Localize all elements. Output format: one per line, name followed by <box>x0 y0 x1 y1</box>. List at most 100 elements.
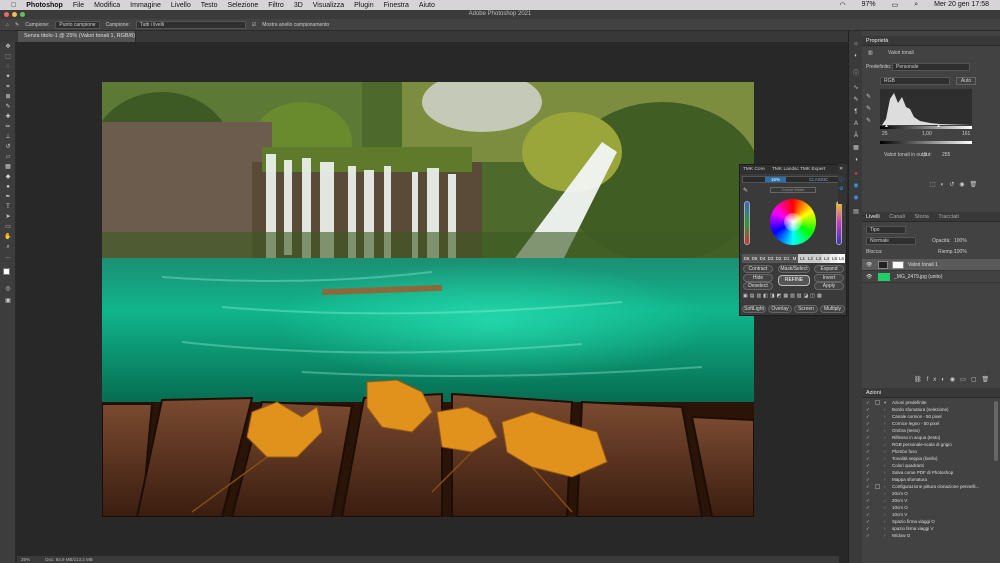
brush-settings-icon[interactable]: ✎ <box>852 97 860 103</box>
tab-history[interactable]: Storia <box>914 214 928 220</box>
tmk-multiply-button[interactable]: Multiply <box>820 305 845 313</box>
tmk-contract-button[interactable]: Contract <box>743 265 773 273</box>
blur-tool-icon[interactable]: ◆ <box>4 174 12 180</box>
visibility-eye-icon[interactable]: 👁 <box>866 259 872 271</box>
layer-kind-filter[interactable]: Tipo <box>866 226 906 234</box>
menu-help[interactable]: Aiuto <box>414 2 440 9</box>
action-row[interactable]: ✓ › 10cm O <box>862 504 980 511</box>
rectangle-tool-icon[interactable]: ▭ <box>4 224 12 230</box>
menu-file[interactable]: File <box>68 2 89 9</box>
healing-brush-icon[interactable]: ✚ <box>4 114 12 120</box>
tmk-zone-l6[interactable]: L6 <box>838 254 845 263</box>
tmk-red-icon[interactable]: ● <box>852 171 860 177</box>
foreground-color-swatch[interactable] <box>3 268 10 275</box>
eyedropper-tool-icon[interactable]: ✎ <box>15 22 19 28</box>
tmk-apply-button[interactable]: Apply <box>814 282 844 290</box>
gradient-tool-icon[interactable]: ▦ <box>4 164 12 170</box>
properties-title[interactable]: Proprietà <box>866 38 888 44</box>
zoom-window-button[interactable] <box>20 12 25 17</box>
action-row[interactable]: ✓ › spazio firma viaggi V <box>862 525 980 532</box>
hand-tool-icon[interactable]: ✋ <box>4 234 12 240</box>
menu-view[interactable]: Visualizza <box>308 2 349 9</box>
tmk-color-wheel[interactable] <box>770 199 816 245</box>
tab-channels[interactable]: Canali <box>889 214 905 220</box>
menu-edit[interactable]: Modifica <box>89 2 125 9</box>
brush-tool-icon[interactable]: ✏ <box>4 124 12 130</box>
eyedropper-black-icon[interactable]: ✎ <box>866 93 871 100</box>
path-select-icon[interactable]: ➤ <box>4 214 12 220</box>
action-row[interactable]: ✓ › Salva come PDF di Photoshop <box>862 469 980 476</box>
close-window-button[interactable] <box>4 12 9 17</box>
eyedropper-gray-icon[interactable]: ✎ <box>866 105 871 112</box>
fill-value[interactable]: 100% <box>954 249 967 255</box>
white-point-slider[interactable]: ▲ <box>936 123 941 129</box>
paragraph-icon[interactable]: ¶ <box>852 109 860 115</box>
input-min[interactable]: 25 <box>882 131 888 137</box>
tmk-settings-icon[interactable]: ⚙ <box>839 186 843 192</box>
action-row[interactable]: ✓ ▾ Azioni predefinite <box>862 399 980 406</box>
curves-icon[interactable]: ∿ <box>852 85 860 91</box>
apple-icon[interactable]:  <box>6 2 21 9</box>
wifi-icon[interactable]: ◠ <box>834 1 850 9</box>
layer-name[interactable]: Valori tonali 1 <box>908 259 938 271</box>
opacity-value[interactable]: 100% <box>954 238 967 244</box>
zoom-readout[interactable]: 25% <box>21 557 30 562</box>
show-ring-checkbox[interactable]: ☑ <box>252 22 256 28</box>
menu-3d[interactable]: 3D <box>289 2 308 9</box>
action-row[interactable]: ✓ › Mappa sfumatura <box>862 476 980 483</box>
blend-mode-select[interactable]: Normale <box>866 237 916 245</box>
tmk-info-icon[interactable]: ⓘ <box>839 176 844 183</box>
action-row[interactable]: ✓ › Colori quadranti <box>862 462 980 469</box>
lasso-tool-icon[interactable]: ◌ <box>4 64 12 70</box>
layers-footer-icons[interactable]: ⛓fx◐◉▭▢🗑 <box>914 376 994 383</box>
action-row[interactable]: ✓ › RGB personale-scala di grigio <box>862 441 980 448</box>
preset-select[interactable]: Personale <box>892 63 970 71</box>
sample-size-select[interactable]: Punto campione <box>55 20 100 29</box>
action-row[interactable]: ✓ › Configurazione pittura clonazione penn… <box>862 483 980 490</box>
menu-layer[interactable]: Livello <box>166 2 196 9</box>
tmk-colour-mode[interactable]: Colour Mode <box>770 187 816 193</box>
tmk-tool-icons-row[interactable]: ▣▤▥◧◨◩▦▧▨◪◫▩ <box>743 293 844 301</box>
tmk-eyedropper-icon[interactable]: ✎ <box>743 187 748 194</box>
minimize-window-button[interactable] <box>12 12 17 17</box>
action-row[interactable]: ✓ › 20cm V <box>862 497 980 504</box>
tmk-softlight-button[interactable]: SoftLight <box>742 305 766 313</box>
action-row[interactable]: ✓ › Plombo fuso <box>862 448 980 455</box>
menu-type[interactable]: Testo <box>196 2 223 9</box>
eyedropper-white-icon[interactable]: ✎ <box>866 117 871 124</box>
black-point-slider[interactable]: ▲ <box>884 123 889 129</box>
tmk-tab-core[interactable]: TMK Core <box>743 165 765 174</box>
action-row[interactable]: ✓ › 10cm V <box>862 511 980 518</box>
output-max[interactable]: 255 <box>942 152 950 158</box>
zoom-tool-icon[interactable]: ⌕ <box>4 244 12 250</box>
frame-tool-icon[interactable]: ⊠ <box>4 94 12 100</box>
output-min[interactable]: 0 <box>924 152 927 158</box>
tmk-refine-button[interactable]: REFINE <box>778 275 810 286</box>
layers-icon[interactable]: ▤ <box>852 209 860 215</box>
type-tool-icon[interactable]: T <box>4 204 12 210</box>
input-max[interactable]: 161 <box>962 131 970 137</box>
menu-select[interactable]: Selezione <box>223 2 264 9</box>
tmk-mode-right[interactable]: CLASSIC <box>809 177 828 182</box>
action-row[interactable]: ✓ › 20cm O <box>862 490 980 497</box>
actions-scrollbar[interactable] <box>994 401 998 461</box>
eraser-tool-icon[interactable]: ▱ <box>4 154 12 160</box>
action-row[interactable]: ✓ › Bordo sfumatura (selezione) <box>862 406 980 413</box>
sun-icon[interactable]: ☼ <box>852 41 860 47</box>
history-brush-icon[interactable]: ↺ <box>4 144 12 150</box>
doc-size-readout[interactable]: Doc: 84,9 MB/113,2 MB <box>45 557 92 562</box>
adjustments-icon[interactable]: ◑ <box>852 157 860 163</box>
properties-footer-icons[interactable]: ⬚◐↺◉🗑 <box>930 181 982 188</box>
action-row[interactable]: ✓ › Canale cornice - 50 pixel <box>862 413 980 420</box>
action-row[interactable]: ✓ › Cornice legno - 50 pixel <box>862 420 980 427</box>
screen-mode-icon[interactable]: ▣ <box>4 298 12 304</box>
tmk-blue2-icon[interactable]: ◉ <box>852 195 860 201</box>
tmk-right-slider[interactable] <box>836 201 842 245</box>
menu-plugins[interactable]: Plugin <box>349 2 378 9</box>
search-icon[interactable]: ⌕ <box>909 1 923 9</box>
glyphs-icon[interactable]: Ä <box>852 133 860 139</box>
tmk-screen-button[interactable]: Screen <box>794 305 818 313</box>
visibility-eye-icon[interactable]: 👁 <box>866 271 872 283</box>
menu-image[interactable]: Immagine <box>125 2 166 9</box>
tmk-mode-left[interactable]: 16% <box>765 177 787 182</box>
